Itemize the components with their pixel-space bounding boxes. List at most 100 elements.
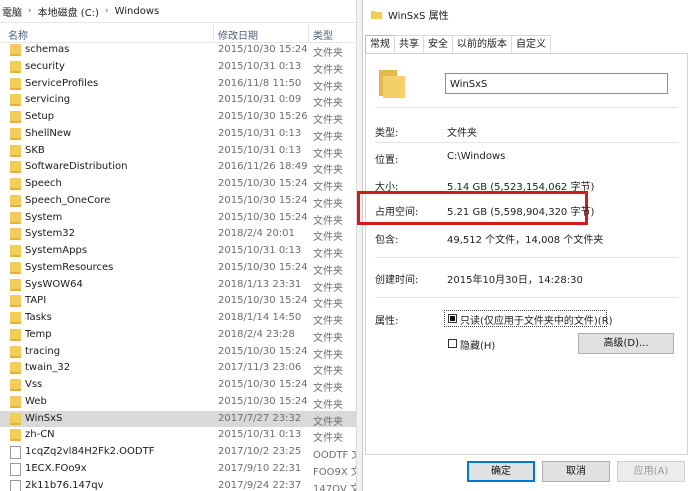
folder-large-icon [379,70,405,98]
readonly-label[interactable]: 只读(仅应用于文件夹中的文件)(R) [460,312,613,327]
file-row[interactable]: System 2015/10/30 15:24 文件夹 [0,210,356,227]
file-row[interactable]: Temp 2018/2/4 23:28 文件夹 [0,327,356,344]
file-type: 文件夹 [313,349,343,361]
breadcrumb-item[interactable]: Windows [113,6,162,17]
file-name: schemas [25,44,70,55]
file-date: 2015/10/30 15:24 [218,261,308,273]
tab-sharing[interactable]: 共享 [394,35,424,53]
file-name: Temp [25,328,52,340]
file-row[interactable]: Speech_OneCore 2015/10/30 15:24 文件夹 [0,193,356,210]
file-row[interactable]: security 2015/10/31 0:13 文件夹 [0,59,356,76]
file-row[interactable]: ShellNew 2015/10/31 0:13 文件夹 [0,126,356,143]
file-name: security [25,60,65,72]
folder-icon [10,295,21,308]
file-type: 文件夹 [313,148,343,160]
file-row[interactable]: 1cqZq2vl84H2Fk2.OODTF 2017/10/2 23:25 OODT… [0,444,356,461]
folder-icon [10,328,21,341]
file-row[interactable]: Vss 2015/10/30 15:24 文件夹 [0,377,356,394]
location-label: 位置: [375,155,399,166]
column-header-type[interactable]: 类型 [313,27,333,42]
tab-general[interactable]: 常规 [365,35,395,54]
file-date: 2015/10/31 0:13 [218,127,302,139]
file-row[interactable]: tracing 2015/10/30 15:24 文件夹 [0,344,356,361]
file-row[interactable]: SystemResources 2015/10/30 15:24 文件夹 [0,260,356,277]
file-row[interactable]: 2k11b76.147qv 2017/9/24 22:37 147QV 文 [0,478,356,491]
file-name: SystemResources [25,261,114,273]
folder-icon [10,178,21,190]
tab-previous-versions[interactable]: 以前的版本 [452,35,512,53]
file-type: 文件夹 [313,98,343,110]
breadcrumb-item[interactable]: 電脑 [0,4,24,19]
hidden-label[interactable]: 隐藏(H) [460,337,495,352]
breadcrumb: 電脑 › 本地磁盘 (C:) › Windows [0,0,356,23]
file-row[interactable]: twain_32 2017/11/3 23:06 文件夹 [0,360,356,377]
file-name: Tasks [25,312,52,323]
divider [375,142,678,143]
apply-button[interactable]: 应用(A) [617,461,685,482]
file-type: FOO9X 文 [313,466,356,478]
folder-name-input[interactable]: WinSxS [445,73,668,94]
column-header-date[interactable]: 修改日期 [218,27,258,42]
file-row[interactable]: 1ECX.FOo9x 2017/9/10 22:31 FOO9X 文 [0,461,356,478]
file-row[interactable]: Tasks 2018/1/14 14:50 文件夹 [0,310,356,327]
file-list: schemas 2015/10/30 15:24 文件夹 security 2015/1… [0,42,356,491]
tab-security[interactable]: 安全 [423,35,453,53]
file-name: zh-CN [25,429,55,441]
file-row[interactable]: TAPI 2015/10/30 15:24 文件夹 [0,293,356,310]
file-row[interactable]: WinSxS 2017/7/27 23:32 文件夹 [0,410,356,428]
hidden-checkbox[interactable] [448,339,457,348]
file-icon [10,462,21,476]
file-type: 文件夹 [313,416,343,428]
column-divider[interactable] [213,24,214,42]
file-date: 2015/10/30 15:24 [218,211,308,223]
ok-button[interactable]: 确定 [467,461,535,482]
folder-icon [10,144,21,157]
file-row[interactable]: Setup 2015/10/30 15:26 文件夹 [0,109,356,126]
file-row[interactable]: System32 2018/2/4 20:01 文件夹 [0,226,356,243]
folder-icon [10,44,21,56]
file-row[interactable]: zh-CN 2015/10/31 0:13 文件夹 [0,427,356,444]
dialog-titlebar[interactable]: WinSxS 属性 [363,0,692,28]
file-row[interactable]: Speech 2015/10/30 15:24 文件夹 [0,176,356,193]
folder-icon [10,362,21,375]
file-date: 2015/10/31 0:13 [218,429,302,441]
file-row[interactable]: SoftwareDistribution 2016/11/26 18:49 文件夹 [0,159,356,176]
folder-icon [371,10,382,19]
breadcrumb-item[interactable]: 本地磁盘 (C:) [36,4,101,19]
file-name: System [25,211,63,223]
file-name: Speech_OneCore [25,194,111,206]
file-row[interactable]: Web 2015/10/30 15:24 文件夹 [0,394,356,411]
file-name: System32 [25,228,76,240]
chevron-right-icon[interactable]: › [24,6,36,16]
file-type: 文件夹 [313,399,343,411]
file-type: 文件夹 [313,383,343,394]
file-explorer: 電脑 › 本地磁盘 (C:) › Windows 名称 修改日期 类型 sche… [0,0,356,491]
file-type: 文件夹 [313,64,343,76]
file-row[interactable]: SystemApps 2015/10/31 0:13 文件夹 [0,243,356,260]
file-name: 1ECX.FOo9x [25,462,87,474]
file-type: 文件夹 [313,332,343,344]
folder-icon [10,111,21,123]
folder-icon [10,211,21,224]
file-date: 2015/10/30 15:24 [218,194,308,206]
tab-customize[interactable]: 自定义 [511,35,551,53]
file-row[interactable]: schemas 2015/10/30 15:24 文件夹 [0,42,356,59]
file-name: Vss [25,379,43,390]
file-row[interactable]: servicing 2015/10/31 0:09 文件夹 [0,92,356,109]
advanced-button[interactable]: 高级(D)... [578,333,674,354]
folder-icon [10,77,21,90]
chevron-right-icon[interactable]: › [101,6,113,16]
file-name: 1cqZq2vl84H2Fk2.OODTF [25,446,155,457]
file-row[interactable]: SysWOW64 2018/1/13 23:31 文件夹 [0,277,356,294]
file-row[interactable]: ServiceProfiles 2016/11/8 11:50 文件夹 [0,76,356,93]
cancel-button[interactable]: 取消 [542,461,610,482]
properties-dialog: WinSxS 属性 常规 共享 安全 以前的版本 自定义 WinSxS 类型: … [357,0,692,491]
readonly-checkbox[interactable] [448,314,457,323]
file-row[interactable]: SKB 2015/10/31 0:13 文件夹 [0,143,356,160]
tab-bar: 常规 共享 安全 以前的版本 自定义 [365,35,551,54]
file-date: 2015/10/30 15:24 [218,295,308,307]
file-date: 2017/7/27 23:32 [218,412,302,424]
column-divider[interactable] [308,24,309,42]
divider [375,297,678,298]
column-header-name[interactable]: 名称 [8,27,28,42]
